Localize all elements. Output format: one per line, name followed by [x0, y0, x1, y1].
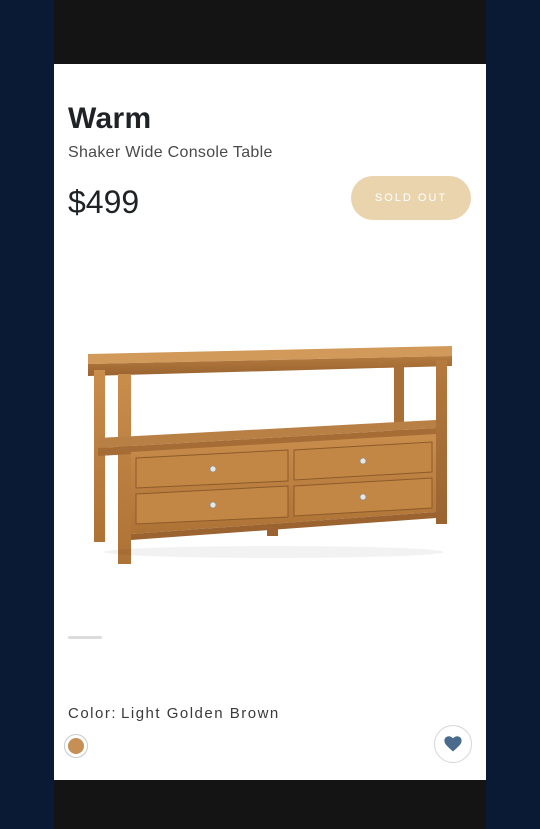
color-swatch[interactable] [64, 734, 88, 758]
right-margin [486, 0, 540, 829]
color-swatch-fill [68, 738, 84, 754]
bottom-bar [54, 780, 486, 829]
top-bar [54, 0, 486, 64]
wishlist-button[interactable] [434, 725, 472, 763]
heart-icon [444, 736, 462, 752]
sold-out-button[interactable]: SOLD OUT [351, 176, 471, 220]
left-margin [0, 0, 54, 829]
carousel-indicator[interactable] [68, 636, 102, 639]
color-label: Color: Light Golden Brown [68, 705, 280, 722]
color-label-prefix: Color: [68, 705, 118, 722]
product-card: Warm Shaker Wide Console Table $499 SOLD… [54, 64, 486, 780]
color-value: Light Golden Brown [121, 705, 280, 722]
product-price: $499 [68, 184, 140, 220]
product-brand: Warm [68, 102, 152, 135]
product-image[interactable] [74, 334, 466, 574]
product-name: Shaker Wide Console Table [68, 144, 273, 161]
